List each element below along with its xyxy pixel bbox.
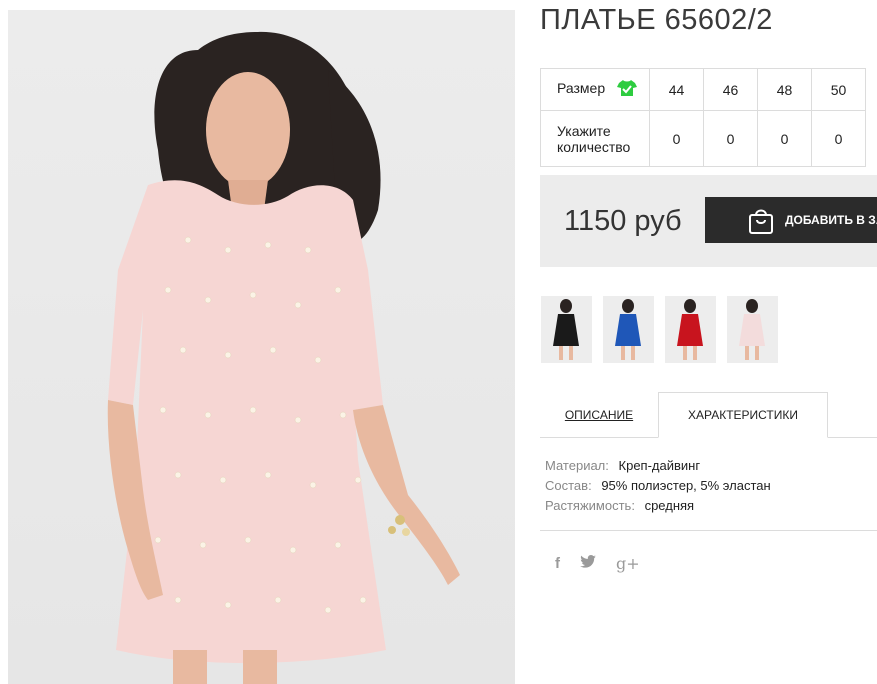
spec-value: средняя: [644, 498, 695, 513]
spec-value: Креп-дайвинг: [618, 458, 701, 473]
size-label-cell: Размер: [540, 68, 650, 111]
spec-key: Состав:: [545, 478, 592, 493]
quantity-input-50[interactable]: 0: [811, 110, 866, 167]
size-chart-icon[interactable]: [617, 79, 638, 100]
size-quantity-table: Размер 44 46 48 50 Укажите количество 0 …: [540, 68, 866, 167]
spec-key: Растяжимость:: [545, 498, 635, 513]
spec-row-stretch: Растяжимость: средняя: [545, 496, 771, 516]
spec-value: 95% полиэстер, 5% эластан: [601, 478, 771, 493]
tab-description[interactable]: ОПИСАНИЕ: [540, 392, 658, 438]
specifications-list: Материал: Креп-дайвинг Состав: 95% полиэ…: [545, 456, 771, 516]
twitter-icon[interactable]: [580, 555, 596, 572]
spec-key: Материал:: [545, 458, 609, 473]
quantity-input-48[interactable]: 0: [757, 110, 812, 167]
product-main-image[interactable]: [8, 10, 515, 684]
tab-characteristics[interactable]: ХАРАКТЕРИСТИКИ: [658, 392, 828, 438]
quantity-label-cell: Укажите количество: [540, 110, 650, 167]
quantity-input-46[interactable]: 0: [703, 110, 758, 167]
spec-row-composition: Состав: 95% полиэстер, 5% эластан: [545, 476, 771, 496]
add-to-cart-label: ДОБАВИТЬ В ЗАКАЗ: [785, 213, 877, 227]
facebook-icon[interactable]: f: [555, 555, 560, 572]
price-box: 1150 руб ДОБАВИТЬ В ЗАКАЗ: [540, 175, 877, 267]
google-plus-icon[interactable]: g+: [616, 554, 640, 573]
thumbnail-blue[interactable]: [603, 296, 654, 363]
shopping-bag-icon: [749, 209, 773, 234]
product-title: ПЛАТЬЕ 65602/2: [540, 4, 773, 36]
thumbnail-pink[interactable]: [727, 296, 778, 363]
quantity-label-line1: Укажите: [557, 122, 611, 139]
thumbnail-black[interactable]: [541, 296, 592, 363]
color-variant-thumbnails: [541, 296, 789, 363]
spec-row-material: Материал: Креп-дайвинг: [545, 456, 771, 476]
quantity-label-line2: количество: [557, 138, 631, 155]
add-to-cart-button[interactable]: ДОБАВИТЬ В ЗАКАЗ: [705, 197, 877, 243]
social-share: f g+: [555, 554, 660, 573]
product-price: 1150 руб: [564, 205, 682, 237]
size-option-50[interactable]: 50: [811, 68, 866, 111]
size-option-48[interactable]: 48: [757, 68, 812, 111]
size-option-44[interactable]: 44: [649, 68, 704, 111]
thumbnail-red[interactable]: [665, 296, 716, 363]
size-option-46[interactable]: 46: [703, 68, 758, 111]
divider: [540, 530, 877, 531]
size-label: Размер: [557, 80, 606, 97]
quantity-input-44[interactable]: 0: [649, 110, 704, 167]
product-info-tabs: ОПИСАНИЕ ХАРАКТЕРИСТИКИ: [540, 392, 877, 438]
model-in-pink-dress-illustration: [107, 31, 460, 684]
